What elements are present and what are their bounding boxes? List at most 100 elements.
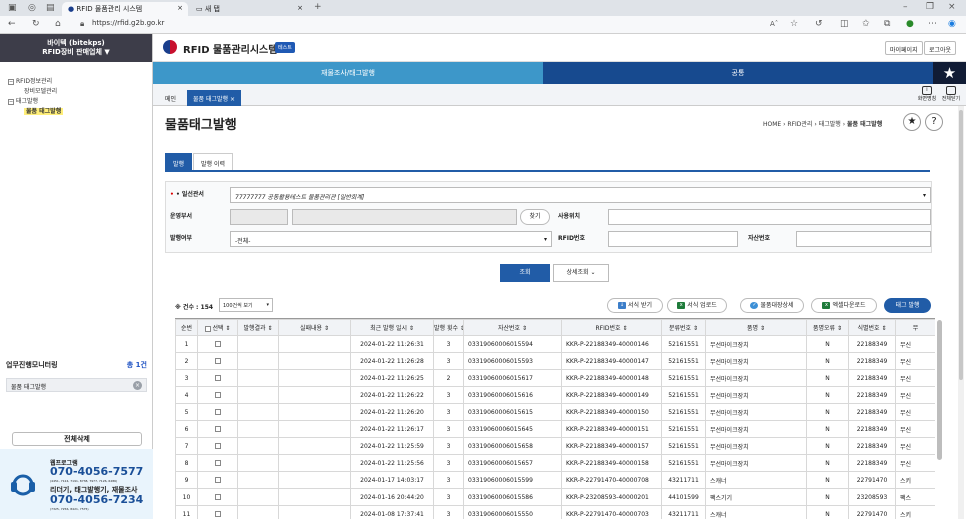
monitor-item[interactable]: 물품 태그발행 ×: [6, 378, 147, 392]
find-button[interactable]: 찾기: [520, 209, 550, 225]
table-row[interactable]: 1 2024-01-22 11:26:31 3 03319060006015594 KK…: [175, 335, 935, 353]
refresh-icon[interactable]: ↻: [32, 20, 40, 29]
column-header[interactable]: 무: [895, 319, 935, 336]
column-header[interactable]: 발행 횟수 ⇕: [433, 319, 464, 336]
read-aloud-icon[interactable]: Aˆ: [770, 21, 778, 28]
sort-icon[interactable]: ⇕: [880, 325, 886, 332]
sort-icon[interactable]: ⇕: [520, 325, 527, 332]
tree-item-goods-tag-issue[interactable]: 물품 태그발행: [24, 106, 64, 115]
browser-tab-actions-icon[interactable]: ▤: [46, 4, 55, 13]
refresh-page-icon[interactable]: ↺: [815, 20, 823, 29]
system-title[interactable]: RFID 물품관리시스템: [183, 41, 277, 56]
table-row[interactable]: 5 2024-01-22 11:26:20 3 03319060006015615 KK…: [175, 403, 935, 421]
tag-issue-button[interactable]: 태그 발행: [884, 298, 931, 313]
collapse-icon[interactable]: −: [8, 78, 14, 85]
sort-icon[interactable]: ⇕: [407, 325, 414, 332]
delete-all-button[interactable]: 전체삭제: [12, 432, 142, 446]
remove-icon[interactable]: ×: [133, 381, 142, 390]
tab-main[interactable]: 메인: [159, 90, 182, 106]
back-icon[interactable]: ←: [8, 20, 16, 29]
table-scrollbar[interactable]: [937, 320, 942, 460]
asset-field[interactable]: [796, 231, 931, 247]
browser-workspaces-icon[interactable]: ◎: [28, 4, 36, 13]
sort-icon[interactable]: ⇕: [758, 325, 765, 332]
excel-download-button[interactable]: x 엑셀다운로드: [811, 298, 877, 313]
browser-tab-new[interactable]: ▭ 새 탭 ×: [190, 2, 308, 16]
table-row[interactable]: 7 2024-01-22 11:25:59 3 03319060006015658 KK…: [175, 437, 935, 455]
page-size-select[interactable]: 100건씩 보기 ▾: [219, 298, 273, 312]
favorite-star-icon[interactable]: ☆: [790, 20, 798, 29]
help-icon[interactable]: ?: [925, 113, 943, 131]
sort-icon[interactable]: ⇕: [266, 325, 272, 332]
asset-ledger-detail-button[interactable]: ✓ 물품대장상세: [740, 298, 804, 313]
close-icon[interactable]: ×: [177, 4, 183, 12]
table-row[interactable]: 2 2024-01-22 11:26:28 3 03319060006015593 KK…: [175, 352, 935, 370]
copilot-icon[interactable]: ◉: [948, 20, 956, 29]
sort-icon[interactable]: ⇕: [621, 325, 627, 332]
column-header[interactable]: 분류번호 ⇕: [661, 319, 706, 336]
window-close-icon[interactable]: ×: [948, 3, 956, 12]
tab-goods-tag-issue[interactable]: 물품 태그발행 ×: [187, 90, 241, 106]
close-all-button[interactable]: 전체닫기: [939, 86, 963, 102]
org-select[interactable]: 77777777 공동활용테스트 물품관리관 [일반회계] ▾: [230, 187, 931, 203]
row-checkbox[interactable]: [214, 341, 221, 347]
column-header[interactable]: 식별번호 ⇕: [848, 319, 896, 336]
page-scrollbar-thumb[interactable]: [959, 110, 963, 380]
home-icon[interactable]: ⌂: [55, 20, 61, 29]
screen-name-button[interactable]: i 화면명칭: [915, 86, 939, 102]
company-role[interactable]: RFID장비 판매업체 ▼: [0, 48, 152, 57]
favorites-icon[interactable]: ✩: [862, 20, 870, 29]
row-checkbox[interactable]: [214, 426, 221, 432]
upload-form-button[interactable]: x 서식 업로드: [667, 298, 727, 313]
sort-icon[interactable]: ⇕: [458, 325, 463, 332]
search-button[interactable]: 조회: [500, 264, 550, 282]
dept-name-field[interactable]: [292, 209, 517, 225]
logout-button[interactable]: 로그아웃: [924, 41, 957, 55]
mypage-button[interactable]: 마이페이지: [885, 41, 923, 55]
column-header[interactable]: 품명 ⇕: [705, 319, 807, 336]
table-row[interactable]: 11 2024-01-08 17:37:41 3 03319060006015550 K…: [175, 505, 935, 519]
browser-tab-rfid[interactable]: ● RFID 물품관리 시스템 ×: [62, 2, 188, 16]
page-scrollbar[interactable]: [958, 106, 964, 519]
column-header[interactable]: RFID번호 ⇕: [561, 319, 662, 336]
row-checkbox[interactable]: [214, 460, 221, 466]
rfid-field[interactable]: [608, 231, 738, 247]
table-row[interactable]: 6 2024-01-22 11:26:17 3 03319060006015645 KK…: [175, 420, 935, 438]
menu-item-inventory[interactable]: 재물조사/태그발행: [153, 62, 543, 84]
sidebar-header[interactable]: 바이텍 (bitekps) RFID장비 판매업체 ▼: [0, 34, 152, 62]
sort-icon[interactable]: ⇕: [691, 325, 698, 332]
url-field[interactable]: https://rfid.g2b.go.kr: [92, 19, 164, 27]
row-checkbox[interactable]: [214, 392, 221, 398]
restore-icon[interactable]: ❐: [926, 3, 934, 12]
browser-profile-icon[interactable]: ▣: [8, 4, 17, 13]
collapse-icon[interactable]: −: [8, 98, 14, 105]
column-header[interactable]: 최근 발행 일시 ⇕: [350, 319, 434, 336]
more-icon[interactable]: ⋯: [928, 20, 937, 29]
table-row[interactable]: 3 2024-01-22 11:26:25 2 03319060006015617 KK…: [175, 369, 935, 387]
column-header[interactable]: 발행결과 ⇕: [237, 319, 279, 336]
tree-item-rfid-info[interactable]: − RFID정보관리: [8, 76, 52, 85]
sort-icon[interactable]: ⇕: [835, 325, 842, 332]
column-header[interactable]: 품명오류 ⇕: [806, 319, 849, 336]
tree-item-equipment-model[interactable]: 장비모델관리: [24, 86, 57, 95]
collections-icon[interactable]: ⧉: [884, 20, 890, 29]
table-row[interactable]: 4 2024-01-22 11:26:22 3 03319060006015616 KK…: [175, 386, 935, 404]
table-row[interactable]: 9 2024-01-17 14:03:17 3 03319060006015599 KK…: [175, 471, 935, 489]
select-all-checkbox[interactable]: [204, 325, 211, 332]
row-checkbox[interactable]: [214, 358, 221, 364]
sort-icon[interactable]: ⇕: [322, 325, 329, 332]
close-icon[interactable]: ×: [297, 4, 303, 12]
add-tab-icon[interactable]: +: [314, 3, 322, 12]
dept-code-field[interactable]: [230, 209, 288, 225]
menu-item-common[interactable]: 공통: [543, 62, 933, 84]
row-checkbox[interactable]: [214, 477, 221, 483]
tree-item-tag-issue[interactable]: − 태그발행: [8, 96, 38, 105]
table-row[interactable]: 10 2024-01-16 20:44:20 3 03319060006015586 K…: [175, 488, 935, 506]
favorite-star-icon[interactable]: ★: [933, 62, 966, 84]
close-icon[interactable]: ×: [230, 96, 235, 103]
row-checkbox[interactable]: [214, 443, 221, 449]
bookmark-star-icon[interactable]: ★: [903, 113, 921, 131]
tab-issue[interactable]: 발행: [165, 153, 193, 170]
row-checkbox[interactable]: [214, 494, 221, 500]
tab-issue-history[interactable]: 발행 이력: [193, 153, 233, 170]
